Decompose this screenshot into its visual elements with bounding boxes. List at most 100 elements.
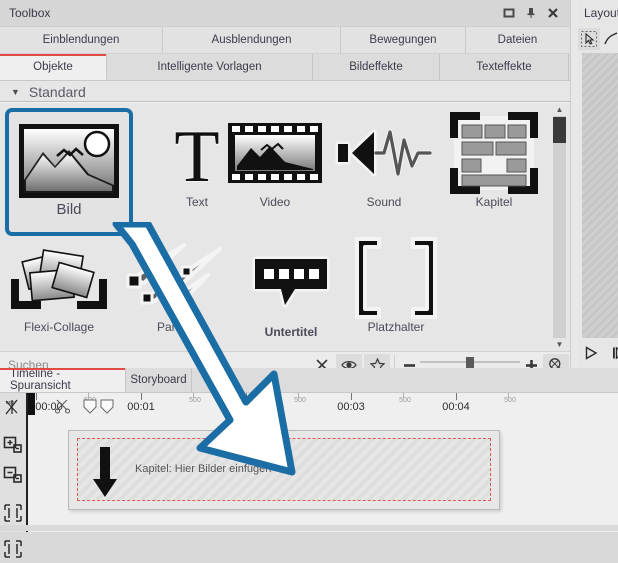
track-container[interactable]: Kapitel: Hier Bilder einfügen [68,430,500,510]
layout-panel: Layout [578,0,618,368]
scissors-icon[interactable] [54,397,72,418]
app-root: Toolbox Einblendungen Ausblendungen Bewe… [0,0,618,531]
subtitle-icon [251,243,331,323]
tab-label: Texteffekte [476,61,531,73]
tab-label: Timeline - Spuransicht [10,368,115,392]
placeholder-icon [353,238,439,318]
grid-item-label: Flexi-Collage [24,320,94,334]
toolbox-tabs-row-1: Einblendungen Ausblendungen Bewegungen D… [0,27,570,54]
slider-thumb[interactable] [466,357,474,368]
tab-label: Ausblendungen [212,34,292,46]
grid-item-kapitel[interactable]: Kapitel [435,113,553,225]
tab-label: Objekte [33,61,73,73]
timeline-tabs: Timeline - Spuransicht Storyboard [0,368,618,393]
grid-item-sound[interactable]: Sound [325,113,443,225]
tab-label: Einblendungen [43,34,120,46]
grid-scrollbar[interactable]: ▲ ▼ [553,103,566,351]
tab-intelligente-vorlagen[interactable]: Intelligente Vorlagen [107,54,313,80]
scroll-down-icon[interactable]: ▼ [553,338,566,351]
svg-text:T: T [174,116,219,191]
trim-handle-left-icon[interactable] [83,399,99,417]
tab-bildeffekte[interactable]: Bildeffekte [313,54,440,80]
grid-item-untertitel[interactable]: Untertitel [232,243,350,351]
chapter-icon [450,113,538,193]
layout-canvas[interactable] [582,53,618,338]
down-arrow-icon [92,447,118,502]
tab-label: Intelligente Vorlagen [157,61,261,73]
cut-tool-icon[interactable]: ooo [0,393,26,421]
expand-track-icon[interactable] [0,535,26,563]
scrollbar-thumb[interactable] [553,117,566,143]
grid-item-label: Kapitel [476,195,513,209]
tab-label: Dateien [498,34,538,46]
tab-ausblendungen[interactable]: Ausblendungen [163,27,341,53]
tab-dateien[interactable]: Dateien [466,27,569,53]
play-icon[interactable] [578,342,604,364]
grid-item-label: Platzhalter [368,320,425,334]
layout-panel-title: Layout [584,6,618,20]
ruler-label: 00:02 [232,401,260,413]
tab-objekte[interactable]: Objekte [0,54,107,80]
close-button[interactable] [542,2,564,24]
tab-einblendungen[interactable]: Einblendungen [0,27,163,53]
toolbox-titlebar: Toolbox [0,0,570,27]
sound-icon [334,113,434,193]
add-track-icon[interactable] [0,431,26,459]
scroll-up-icon[interactable]: ▲ [553,103,566,116]
chevron-down-icon[interactable]: ▼ [11,88,20,97]
group-header-standard[interactable]: ▼ Standard [0,81,570,103]
tab-storyboard[interactable]: Storyboard [126,368,192,392]
ruler-label: 00:03 [337,401,365,413]
ruler-sublabel: 500 [399,397,411,404]
remove-track-icon[interactable] [0,461,26,489]
particle-icon [122,238,232,318]
playhead[interactable] [28,393,35,415]
timeline-body: ooo [0,393,618,532]
pointer-select-icon[interactable] [578,28,600,50]
layout-transport [578,340,618,366]
grid-item-label: Sound [367,195,402,209]
grid-item-partikel[interactable]: Partikel [118,238,236,350]
grid-item-label: Text [186,195,208,209]
tab-label: Bewegungen [369,34,436,46]
grid-item-label: Video [260,195,290,209]
grid-item-platzhalter[interactable]: Platzhalter [337,238,455,350]
tab-bewegungen[interactable]: Bewegungen [341,27,466,53]
scrollbar-track[interactable] [553,116,566,338]
chapter-clip[interactable]: Kapitel: Hier Bilder einfügen [77,438,491,501]
toolbox-panel: Toolbox Einblendungen Ausblendungen Bewe… [0,0,570,368]
fit-track-icon[interactable] [0,499,26,527]
play-from-start-icon[interactable] [606,342,618,364]
toolbox-tabs-row-2: Objekte Intelligente Vorlagen Bildeffekt… [0,54,570,81]
grid-item-video[interactable]: Video [216,113,334,225]
grid-item-label: Partikel [157,320,197,334]
toolbox-title: Toolbox [9,6,50,20]
active-tab-indicator [0,54,106,56]
tab-label: Storyboard [130,374,186,386]
grid-item-bild[interactable]: Bild [5,108,133,236]
image-icon [17,122,121,203]
object-grid: Bild T Text [0,103,570,351]
tab-timeline-spuransicht[interactable]: Timeline - Spuransicht [0,368,126,392]
timeline-gutter: ooo [0,393,28,532]
timeline-panel: Timeline - Spuransicht Storyboard ooo [0,368,618,531]
restore-button[interactable] [498,2,520,24]
group-title: Standard [29,84,86,100]
window-buttons [498,0,564,26]
line-icon[interactable] [600,28,618,50]
collage-icon [11,238,107,318]
pin-button[interactable] [520,2,542,24]
video-icon [227,113,323,193]
grid-item-flexi-collage[interactable]: Flexi-Collage [0,238,118,350]
clip-label: Kapitel: Hier Bilder einfügen [135,463,271,475]
ruler-label: 00:04 [442,401,470,413]
ruler-sublabel: 500 [189,397,201,404]
ruler-label: 00:01 [127,401,155,413]
grid-item-label: Untertitel [265,325,318,339]
timeline-ruler[interactable]: 00:00 500 00:01 500 00:02 500 00:03 500 … [28,393,618,422]
ruler-sublabel: 500 [294,397,306,404]
trim-handle-right-icon[interactable] [100,399,116,417]
timeline-tracks: Kapitel: Hier Bilder einfügen [28,421,618,532]
tab-texteffekte[interactable]: Texteffekte [440,54,569,80]
bottom-strip [0,525,618,531]
